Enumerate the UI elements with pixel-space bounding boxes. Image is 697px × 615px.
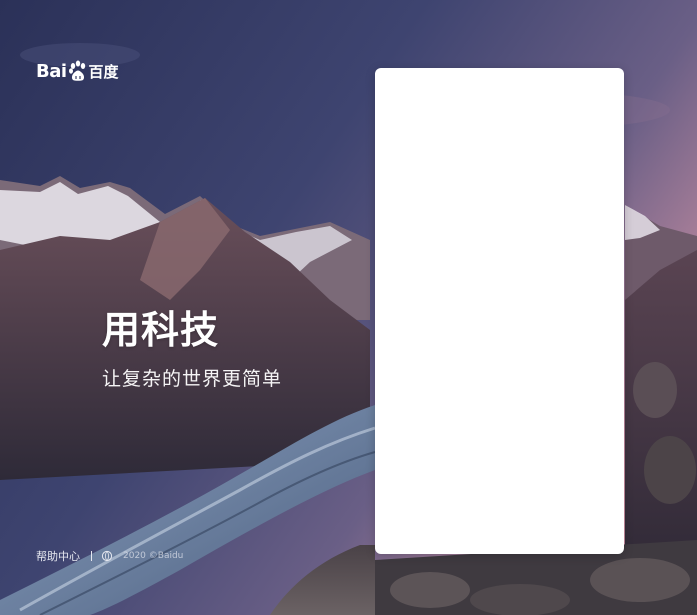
footer: 帮助中心 2020 ©Baidu — [36, 548, 183, 564]
copyright-text: 2020 ©Baidu — [123, 551, 184, 561]
footer-divider — [91, 551, 92, 561]
paw-icon — [68, 60, 85, 81]
login-page: Bai 百度 用科技 让复杂的世界更简单 帮助中心 2020 ©Baidu — [0, 0, 697, 615]
logo-cn-text: 百度 — [88, 62, 119, 81]
globe-icon[interactable] — [101, 550, 113, 562]
baidu-logo[interactable]: Bai 百度 — [36, 60, 119, 82]
hero-slogan: 用科技 让复杂的世界更简单 — [102, 306, 282, 392]
login-panel — [375, 68, 624, 554]
help-center-link[interactable]: 帮助中心 — [36, 548, 80, 564]
hero-title: 用科技 — [102, 308, 220, 352]
hero-subtitle: 让复杂的世界更简单 — [102, 368, 283, 390]
logo-latin-text: Bai — [36, 60, 67, 82]
